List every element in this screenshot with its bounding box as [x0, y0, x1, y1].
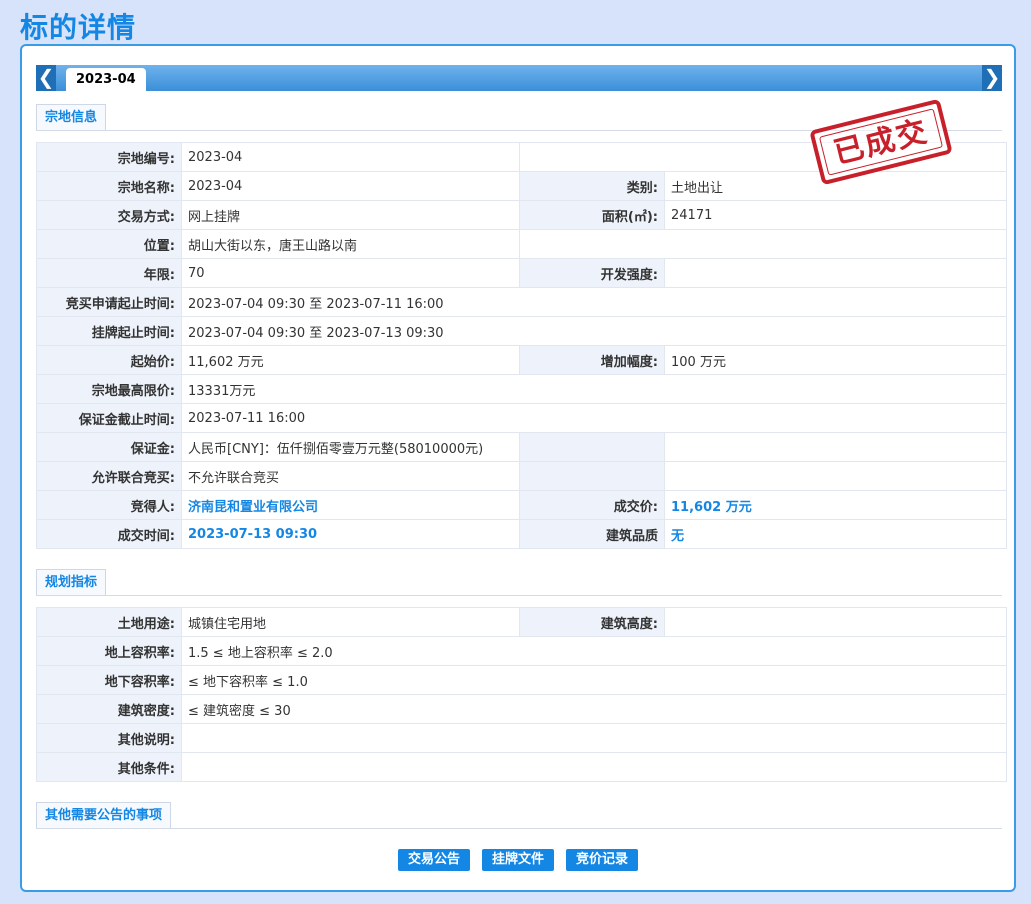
detail-panel: ❮ 2023-04 ❯ 宗地信息 宗地编号: 2023-04 宗地名称: 202… — [20, 44, 1016, 892]
deposit-deadline-label: 保证金截止时间: — [36, 403, 182, 433]
table-row: 宗地最高限价: 13331万元 — [36, 374, 1007, 404]
table-row: 土地用途: 城镇住宅用地 建筑高度: — [36, 607, 1007, 637]
action-buttons: 交易公告 挂牌文件 竞价记录 — [22, 849, 1014, 871]
building-density-value: ≤ 建筑密度 ≤ 30 — [181, 694, 1007, 724]
table-row: 其他说明: — [36, 723, 1007, 753]
area-value: 24171 — [664, 200, 1007, 230]
table-row: 竞买申请起止时间: 2023-07-04 09:30 至 2023-07-11 … — [36, 287, 1007, 317]
planning-table: 土地用途: 城镇住宅用地 建筑高度: 地上容积率: 1.5 ≤ 地上容积率 ≤ … — [36, 607, 1007, 782]
listing-docs-button[interactable]: 挂牌文件 — [481, 849, 554, 871]
trade-method-value: 网上挂牌 — [181, 200, 520, 230]
deal-price-value: 11,602 万元 — [664, 490, 1007, 520]
parcel-name-label: 宗地名称: — [36, 171, 182, 201]
table-row: 地上容积率: 1.5 ≤ 地上容积率 ≤ 2.0 — [36, 636, 1007, 666]
dev-intensity-value — [664, 258, 1007, 288]
joint-bid-label: 允许联合竞买: — [36, 461, 182, 491]
deal-time-label: 成交时间: — [36, 519, 182, 549]
far-above-value: 1.5 ≤ 地上容积率 ≤ 2.0 — [181, 636, 1007, 666]
far-above-label: 地上容积率: — [36, 636, 182, 666]
other-notes-value — [181, 723, 1007, 753]
deal-price-label: 成交价: — [519, 490, 665, 520]
land-info-table: 宗地编号: 2023-04 宗地名称: 2023-04 类别: 土地出让 交易方… — [36, 142, 1007, 549]
parcel-no-label: 宗地编号: — [36, 142, 182, 172]
other-conditions-label: 其他条件: — [36, 752, 182, 782]
table-row: 保证金截止时间: 2023-07-11 16:00 — [36, 403, 1007, 433]
location-value: 胡山大街以东，唐王山路以南 — [181, 229, 520, 259]
area-label: 面积(㎡): — [519, 200, 665, 230]
listing-period-label: 挂牌起止时间: — [36, 316, 182, 346]
land-use-label: 土地用途: — [36, 607, 182, 637]
building-height-value — [664, 607, 1007, 637]
building-density-label: 建筑密度: — [36, 694, 182, 724]
section-title-planning[interactable]: 规划指标 — [36, 569, 107, 595]
category-label: 类别: — [519, 171, 665, 201]
empty-cell — [519, 229, 1007, 259]
increment-label: 增加幅度: — [519, 345, 665, 375]
table-row: 允许联合竞买: 不允许联合竞买 — [36, 461, 1007, 491]
bid-apply-period-label: 竞买申请起止时间: — [36, 287, 182, 317]
max-price-value: 13331万元 — [181, 374, 1007, 404]
joint-bid-value: 不允许联合竞买 — [181, 461, 520, 491]
far-below-value: ≤ 地下容积率 ≤ 1.0 — [181, 665, 1007, 695]
location-label: 位置: — [36, 229, 182, 259]
parcel-no-value: 2023-04 — [181, 142, 520, 172]
increment-value: 100 万元 — [664, 345, 1007, 375]
table-row: 成交时间: 2023-07-13 09:30 建筑品质 无 — [36, 519, 1007, 549]
section-title-other[interactable]: 其他需要公告的事项 — [36, 802, 172, 828]
page-title: 标的详情 — [20, 11, 137, 44]
deposit-value: 人民币[CNY]：伍仟捌佰零壹万元整(58010000元) — [181, 432, 520, 462]
section-title-land-info[interactable]: 宗地信息 — [36, 104, 107, 130]
term-label: 年限: — [36, 258, 182, 288]
table-row: 其他条件: — [36, 752, 1007, 782]
building-quality-label: 建筑品质 — [519, 519, 665, 549]
table-row: 建筑密度: ≤ 建筑密度 ≤ 30 — [36, 694, 1007, 724]
chevron-left-icon[interactable]: ❮ — [36, 65, 56, 91]
building-quality-value: 无 — [664, 519, 1007, 549]
other-conditions-value — [181, 752, 1007, 782]
term-value: 70 — [181, 258, 520, 288]
deposit-deadline-value: 2023-07-11 16:00 — [181, 403, 1007, 433]
tab-bar: ❮ 2023-04 ❯ — [36, 65, 1002, 91]
table-row: 年限: 70 开发强度: — [36, 258, 1007, 288]
section-header-other: 其他需要公告的事项 — [36, 802, 1002, 829]
empty-cell — [664, 461, 1007, 491]
other-notes-label: 其他说明: — [36, 723, 182, 753]
far-below-label: 地下容积率: — [36, 665, 182, 695]
listing-period-value: 2023-07-04 09:30 至 2023-07-13 09:30 — [181, 316, 1007, 346]
trade-method-label: 交易方式: — [36, 200, 182, 230]
tab-2023-04[interactable]: 2023-04 — [66, 68, 146, 91]
start-price-value: 11,602 万元 — [181, 345, 520, 375]
bid-records-button[interactable]: 竞价记录 — [566, 849, 639, 871]
empty-cell — [664, 432, 1007, 462]
table-row: 保证金: 人民币[CNY]：伍仟捌佰零壹万元整(58010000元) — [36, 432, 1007, 462]
building-height-label: 建筑高度: — [519, 607, 665, 637]
max-price-label: 宗地最高限价: — [36, 374, 182, 404]
table-row: 宗地名称: 2023-04 类别: 土地出让 — [36, 171, 1007, 201]
bid-apply-period-value: 2023-07-04 09:30 至 2023-07-11 16:00 — [181, 287, 1007, 317]
table-row: 竞得人: 济南昆和置业有限公司 成交价: 11,602 万元 — [36, 490, 1007, 520]
table-row: 交易方式: 网上挂牌 面积(㎡): 24171 — [36, 200, 1007, 230]
winner-value: 济南昆和置业有限公司 — [181, 490, 520, 520]
dev-intensity-label: 开发强度: — [519, 258, 665, 288]
table-row: 位置: 胡山大街以东，唐王山路以南 — [36, 229, 1007, 259]
start-price-label: 起始价: — [36, 345, 182, 375]
winner-label: 竞得人: — [36, 490, 182, 520]
announcement-button[interactable]: 交易公告 — [397, 849, 470, 871]
chevron-right-icon[interactable]: ❯ — [982, 65, 1002, 91]
deal-time-value: 2023-07-13 09:30 — [181, 519, 520, 549]
empty-cell — [519, 461, 665, 491]
table-row: 地下容积率: ≤ 地下容积率 ≤ 1.0 — [36, 665, 1007, 695]
table-row: 挂牌起止时间: 2023-07-04 09:30 至 2023-07-13 09… — [36, 316, 1007, 346]
deposit-label: 保证金: — [36, 432, 182, 462]
land-use-value: 城镇住宅用地 — [181, 607, 520, 637]
empty-cell — [519, 432, 665, 462]
section-header-planning: 规划指标 — [36, 569, 1002, 596]
table-row: 起始价: 11,602 万元 增加幅度: 100 万元 — [36, 345, 1007, 375]
parcel-name-value: 2023-04 — [181, 171, 520, 201]
